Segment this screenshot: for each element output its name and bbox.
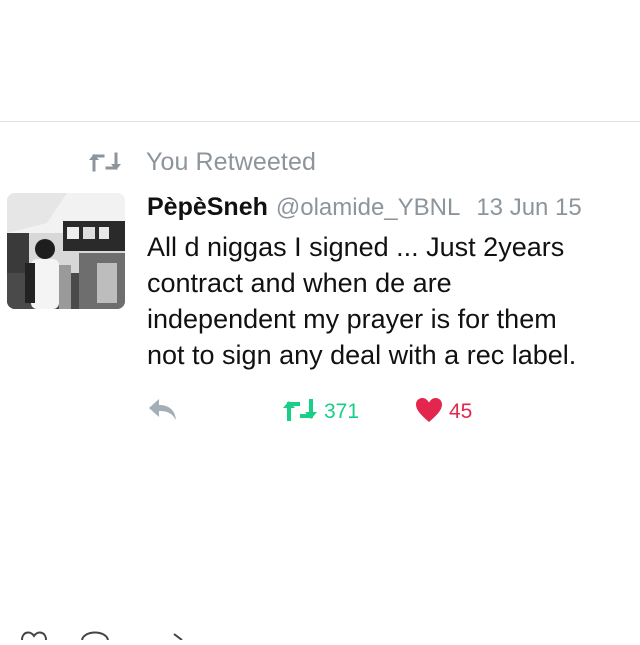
- retweet-context: You Retweeted: [88, 146, 316, 178]
- reply-icon: [147, 397, 179, 428]
- heart-icon: [415, 397, 443, 428]
- tweet-text-line: contract and when de are: [147, 268, 452, 298]
- retweet-button[interactable]: 371: [282, 395, 359, 429]
- tweet-text-line: not to sign any deal with a rec label.: [147, 340, 577, 370]
- bottom-edge-icons: [0, 626, 640, 641]
- tweet-header: PèpèSneh @olamide_YBNL 13 Jun 15: [147, 193, 582, 227]
- retweet-count: 371: [324, 400, 360, 423]
- tweet-timestamp[interactable]: 13 Jun 15: [476, 194, 581, 222]
- retweet-icon: [282, 398, 318, 426]
- display-name[interactable]: PèpèSneh: [147, 193, 268, 222]
- like-count: 45: [449, 400, 473, 423]
- avatar[interactable]: [7, 193, 125, 309]
- retweet-context-label: You Retweeted: [146, 147, 316, 176]
- tweet-text-line: independent my prayer is for them: [147, 304, 557, 334]
- like-button[interactable]: 45: [415, 395, 472, 429]
- tweet-text-line: All d niggas I signed ... Just 2years: [147, 232, 565, 262]
- tweet-actions: 371 45: [147, 395, 567, 429]
- tweet-text: All d niggas I signed ... Just 2years co…: [147, 229, 637, 373]
- retweet-icon: [88, 152, 122, 172]
- reply-button[interactable]: [147, 395, 179, 429]
- user-handle[interactable]: @olamide_YBNL: [276, 194, 460, 222]
- top-divider: [0, 121, 640, 122]
